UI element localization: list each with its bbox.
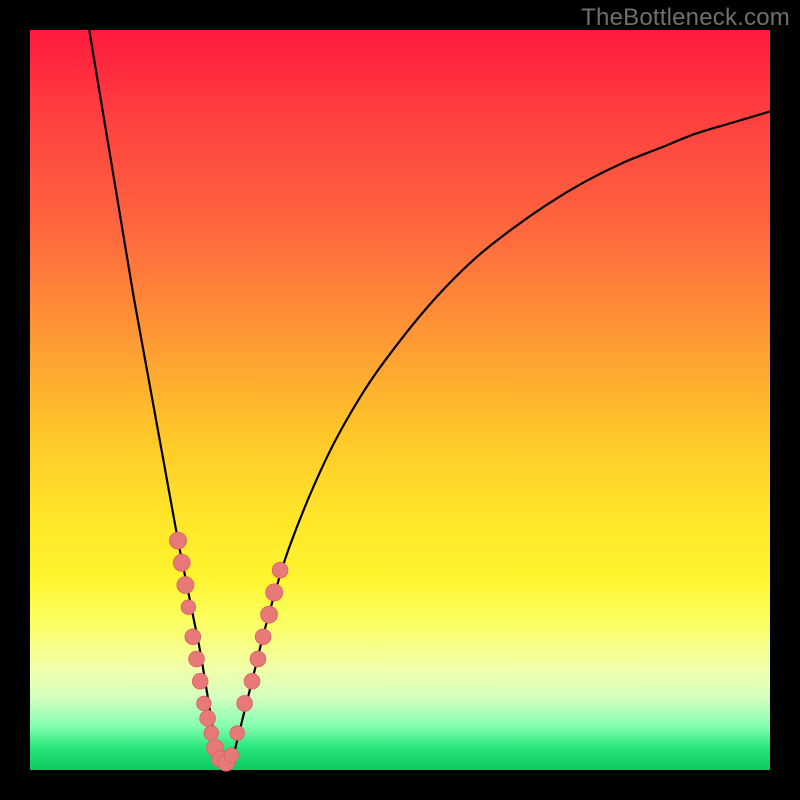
data-markers <box>170 532 288 771</box>
data-marker <box>170 532 187 549</box>
data-marker <box>197 696 211 710</box>
data-marker <box>177 577 194 594</box>
data-marker <box>230 726 244 740</box>
outer-frame: TheBottleneck.com <box>0 0 800 800</box>
data-marker <box>255 629 271 645</box>
plot-area <box>30 30 770 770</box>
watermark-text: TheBottleneck.com <box>581 4 790 32</box>
data-marker <box>272 562 288 578</box>
data-marker <box>173 554 190 571</box>
data-marker <box>250 651 266 667</box>
data-marker <box>237 696 253 712</box>
data-marker <box>244 673 260 689</box>
data-marker <box>181 600 195 614</box>
curve-svg <box>30 30 770 770</box>
data-marker <box>185 629 201 645</box>
data-marker <box>200 710 216 726</box>
data-marker <box>204 726 218 740</box>
data-marker <box>266 584 283 601</box>
data-marker <box>224 748 238 762</box>
data-marker <box>192 673 208 689</box>
data-marker <box>261 606 278 623</box>
data-marker <box>189 651 205 667</box>
